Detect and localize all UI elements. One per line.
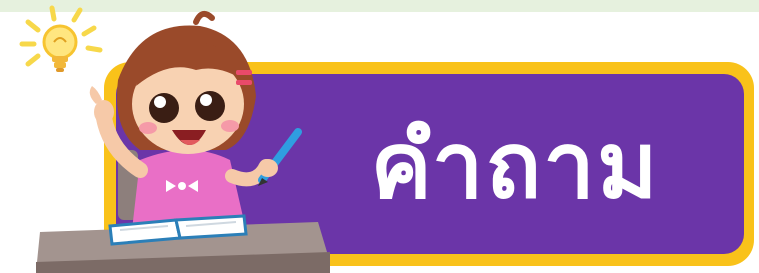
pencil-icon xyxy=(258,128,302,186)
girl-student-illustration xyxy=(36,10,330,273)
